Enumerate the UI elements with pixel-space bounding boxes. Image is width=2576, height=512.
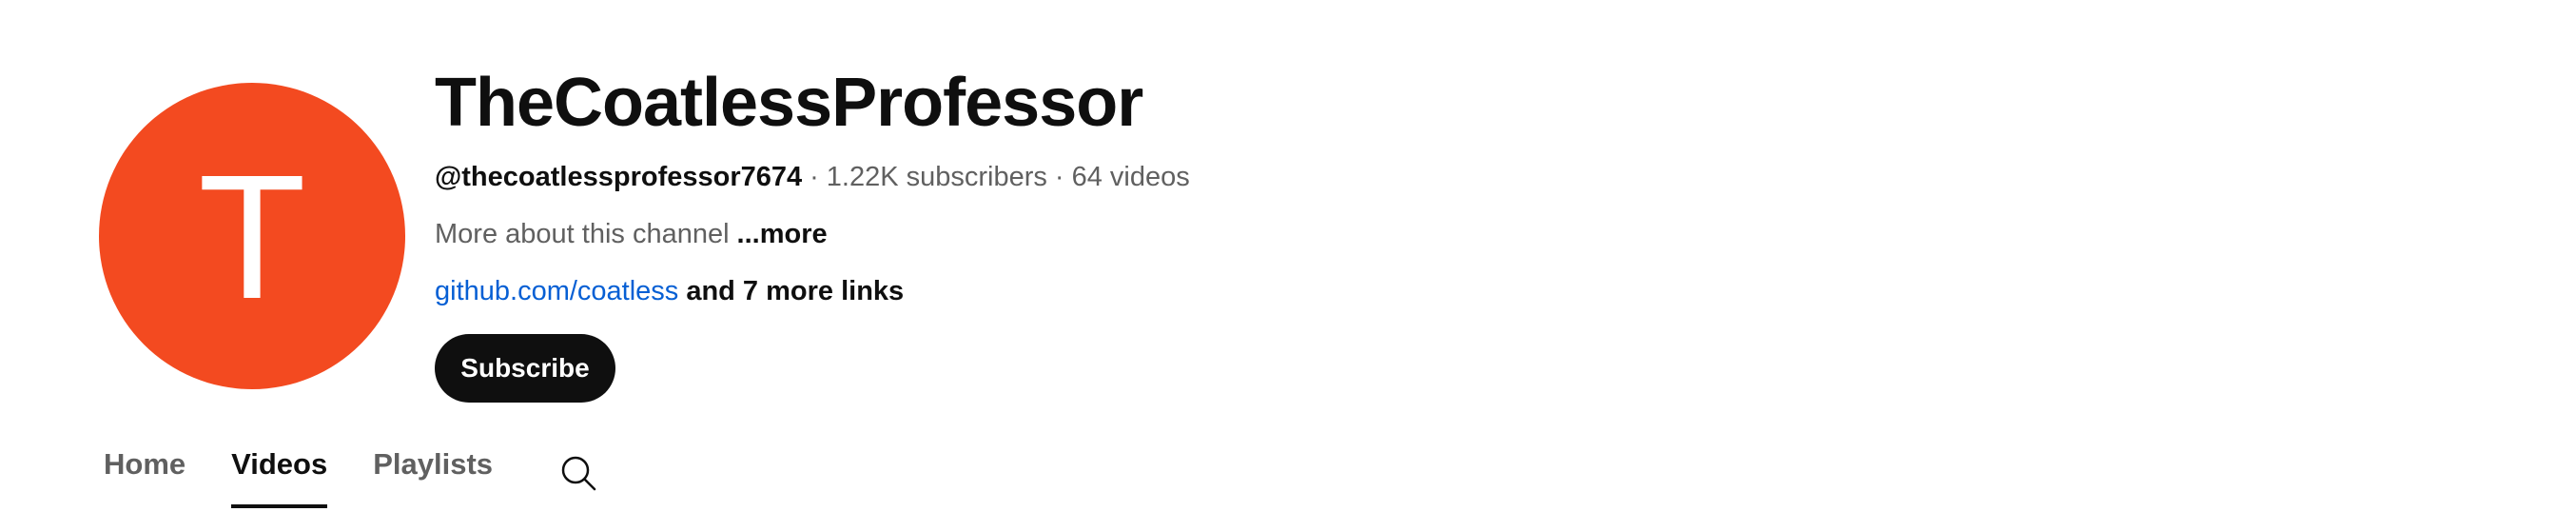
channel-avatar[interactable]: T [99, 83, 405, 389]
meta-separator: · [810, 162, 819, 192]
subscriber-count: 1.22K subscribers [826, 162, 1047, 192]
channel-handle: @thecoatlessprofessor7674 [435, 162, 803, 192]
channel-links-row: github.com/coatless and 7 more links [435, 272, 904, 310]
description-more-link[interactable]: ...more [737, 219, 828, 249]
tab-home[interactable]: Home [104, 445, 185, 508]
avatar-letter: T [198, 139, 306, 336]
subscribe-button[interactable]: Subscribe [435, 334, 615, 403]
channel-description-row[interactable]: More about this channel ...more [435, 215, 828, 253]
video-count: 64 videos [1071, 162, 1190, 192]
channel-tabs: Home Videos Playlists [104, 445, 538, 512]
meta-separator: · [1054, 162, 1064, 192]
channel-primary-link[interactable]: github.com/coatless [435, 276, 678, 306]
search-icon[interactable] [558, 453, 598, 493]
channel-name: TheCoatlessProfessor [435, 65, 1143, 141]
tab-videos[interactable]: Videos [231, 445, 328, 508]
channel-meta: @thecoatlessprofessor7674 · 1.22K subscrib… [435, 158, 1190, 196]
more-links-button[interactable]: and 7 more links [686, 276, 904, 306]
channel-description[interactable]: More about this channel [435, 219, 730, 249]
tab-playlists[interactable]: Playlists [373, 445, 493, 508]
channel-info: TheCoatlessProfessor @thecoatlessprofess… [435, 63, 2052, 403]
